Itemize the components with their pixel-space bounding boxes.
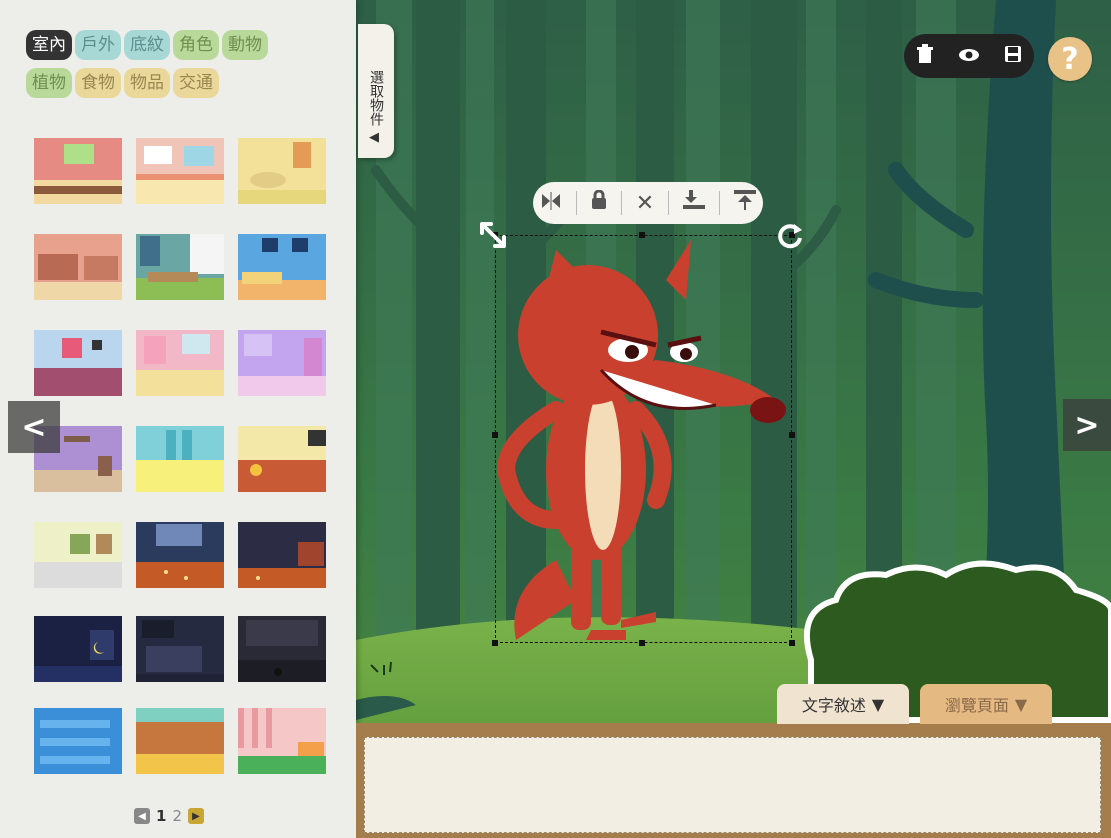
category-character[interactable]: 角色 (173, 30, 219, 60)
pager-page-2[interactable]: 2 (172, 807, 182, 825)
thumbnail-beige-room[interactable] (34, 522, 122, 588)
category-indoor[interactable]: 室內 (26, 30, 72, 60)
thumbnail-fireplace[interactable] (238, 426, 326, 492)
thumbnail-pager: ◀ 1 2 ▶ (134, 807, 204, 825)
category-transport[interactable]: 交通 (173, 68, 219, 98)
chevron-down-icon: ▼ (1014, 694, 1028, 714)
pager-next-button[interactable]: ▶ (187, 808, 204, 824)
chevron-down-icon: ▼ (871, 694, 885, 714)
category-texture[interactable]: 底紋 (124, 30, 170, 60)
trash-icon[interactable] (916, 43, 934, 69)
thumbnail-night-bedroom[interactable] (136, 522, 224, 588)
thumbnail-dark-shelves[interactable] (238, 616, 326, 682)
save-icon[interactable] (1004, 45, 1022, 68)
category-tabs: 室內 戶外 底紋 角色 動物 植物 食物 物品 交通 (26, 30, 336, 106)
tab-browse-pages[interactable]: 瀏覽頁面 ▼ (920, 684, 1052, 724)
select-object-tab[interactable]: 選取物件 ◀ (358, 24, 394, 158)
thumbnail-dining[interactable] (238, 138, 326, 204)
flip-icon[interactable] (540, 191, 562, 216)
category-plant[interactable]: 植物 (26, 68, 72, 98)
thumbnail-night-window[interactable] (34, 616, 122, 682)
tab-browse-pages-label: 瀏覽頁面 (944, 696, 1009, 715)
thumbnail-living-red[interactable] (34, 234, 122, 300)
thumbnail-classroom-night[interactable] (136, 616, 224, 682)
pager-page-1[interactable]: 1 (156, 807, 166, 825)
thumbnail-study[interactable] (136, 234, 224, 300)
thumbnail-wood-counter[interactable] (136, 708, 224, 774)
thumbnail-cyan-stripes[interactable] (136, 426, 224, 492)
category-food[interactable]: 食物 (75, 68, 121, 98)
thumbnail-kitchen-red[interactable] (34, 138, 122, 204)
thumbnail-purple-room[interactable] (238, 330, 326, 396)
thumbnail-blue-shelves[interactable] (34, 708, 122, 774)
category-animal[interactable]: 動物 (222, 30, 268, 60)
rotate-handle-icon[interactable] (774, 220, 806, 256)
resize-handle-icon[interactable] (478, 220, 508, 254)
prev-page-button[interactable]: < (8, 401, 60, 453)
pager-prev-button[interactable]: ◀ (134, 808, 150, 824)
object-toolbar: ✕ (533, 182, 763, 224)
lock-icon[interactable] (591, 189, 607, 216)
send-back-icon[interactable] (683, 190, 706, 216)
category-item[interactable]: 物品 (124, 68, 170, 98)
thumbnail-pink-stripes[interactable] (238, 708, 326, 774)
bring-front-icon[interactable] (733, 190, 756, 216)
thumbnail-pink-tiles[interactable] (136, 330, 224, 396)
tab-text-description-label: 文字敘述 (801, 696, 866, 715)
eye-icon[interactable] (958, 46, 980, 67)
thumbnail-night-room[interactable] (238, 522, 326, 588)
selection-box[interactable] (492, 232, 795, 646)
thumbnail-bedroom-blue[interactable] (238, 234, 326, 300)
next-page-button[interactable]: > (1063, 399, 1111, 451)
help-button[interactable]: ? (1048, 37, 1092, 81)
tab-text-description[interactable]: 文字敘述 ▼ (777, 684, 909, 724)
delete-icon[interactable]: ✕ (636, 191, 654, 216)
thumbnail-pink-room[interactable] (34, 330, 122, 396)
collapse-arrow-icon: ◀ (369, 130, 379, 145)
thumbnail-kitchen-white[interactable] (136, 138, 224, 204)
category-outdoor[interactable]: 戶外 (75, 30, 121, 60)
story-text-area[interactable] (364, 737, 1101, 833)
top-toolbar (904, 34, 1034, 78)
